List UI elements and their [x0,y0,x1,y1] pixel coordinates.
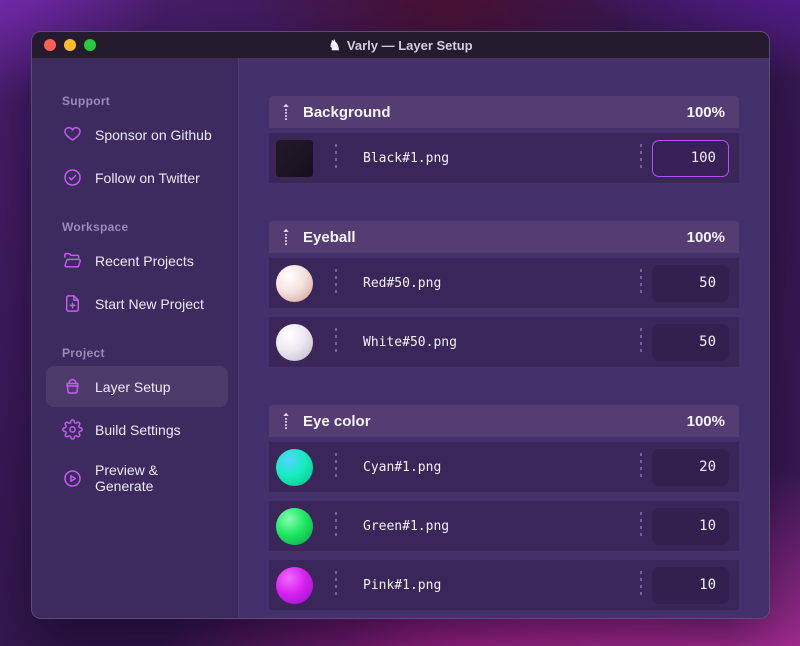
sidebar-item-build-settings[interactable]: Build Settings [46,409,228,450]
sidebar-item-label: Follow on Twitter [95,169,200,186]
dotted-divider [335,571,337,599]
minimize-button[interactable] [64,39,76,51]
sidebar-item-label: Build Settings [95,421,181,438]
layer-opacity-input[interactable] [652,507,729,545]
layer-row[interactable]: Pink#1.png [269,560,739,610]
layer-group-opacity: 100% [686,412,725,430]
layer-filename: Black#1.png [363,150,450,166]
layer-row[interactable]: White#50.png [269,317,739,367]
layer-row[interactable]: Green#1.png [269,501,739,551]
heart-icon [64,126,81,141]
sidebar-item-layer-setup[interactable]: Layer Setup [46,366,228,407]
layer-filename: Green#1.png [363,518,450,534]
traffic-lights [44,39,96,51]
window-title: ♞ Varly — Layer Setup [32,38,769,53]
layer-group-title: Background [303,103,391,121]
layer-thumbnail [276,139,313,177]
layer-group-header[interactable]: Background 100% [269,96,739,128]
layer-filename: Pink#1.png [363,577,442,593]
layer-setup-panel: Background 100% Black#1.png Eyeball 100% Red#… [239,58,769,618]
sidebar-item-label: Layer Setup [95,378,171,395]
layer-group-eyeball: Eyeball 100% Red#50.png White#50.png [269,221,739,367]
sidebar-section-label-project: Project [62,346,105,360]
layer-filename: Cyan#1.png [363,459,442,475]
drag-handle-icon [283,412,289,430]
dotted-divider [335,512,337,540]
layer-group-opacity: 100% [686,103,725,121]
drag-handle-icon [283,228,289,246]
layer-opacity-input[interactable] [652,264,729,302]
drag-handle-icon [283,103,289,121]
gear-icon [62,419,83,440]
sidebar-item-label: Preview & Generate [95,462,159,494]
dotted-divider [640,571,642,599]
sidebar-item-start-new-project[interactable]: Start New Project [46,283,228,324]
layer-opacity-input[interactable] [652,139,729,177]
sidebar-item-preview-generate[interactable]: Preview & Generate [46,452,228,504]
dotted-divider [335,269,337,297]
dotted-divider [335,453,337,481]
verified-badge-icon [64,169,81,186]
layer-row[interactable]: Black#1.png [269,133,739,183]
sidebar-item-label: Recent Projects [95,252,194,269]
sidebar: Support Sponsor on Github Follow on Twitte… [32,58,239,618]
dotted-divider [335,328,337,356]
dotted-divider [640,328,642,356]
dotted-divider [640,453,642,481]
layer-opacity-input[interactable] [652,323,729,361]
sidebar-section-label-support: Support [62,94,111,108]
layer-opacity-input[interactable] [652,566,729,604]
dotted-divider [640,512,642,540]
sidebar-item-label: Sponsor on Github [95,126,212,143]
layer-group-title: Eyeball [303,228,356,246]
layer-group-opacity: 100% [686,228,725,246]
layer-group-title: Eye color [303,412,371,430]
layer-thumbnail [276,264,313,302]
window-title-text: Varly — Layer Setup [346,37,473,53]
sidebar-item-follow-on-twitter[interactable]: Follow on Twitter [46,157,228,198]
layer-box-icon [66,379,79,394]
sidebar-item-label: Start New Project [95,295,204,312]
sidebar-section-label-workspace: Workspace [62,220,129,234]
layer-filename: Red#50.png [363,275,442,291]
layer-thumbnail [276,507,313,545]
close-button[interactable] [44,39,56,51]
play-circle-icon [64,469,81,487]
sidebar-item-sponsor-on-github[interactable]: Sponsor on Github [46,114,228,155]
layer-group-eye-color: Eye color 100% Cyan#1.png Green#1.png Pink#1… [269,405,739,610]
layer-row[interactable]: Red#50.png [269,258,739,308]
layer-thumbnail [276,566,313,604]
layer-group-header[interactable]: Eyeball 100% [269,221,739,253]
zoom-button[interactable] [84,39,96,51]
unicorn-icon: ♞ [328,37,341,53]
layer-filename: White#50.png [363,334,457,350]
sidebar-item-recent-projects[interactable]: Recent Projects [46,240,228,281]
folder-open-icon [64,252,82,268]
layer-group-background: Background 100% Black#1.png [269,96,739,183]
dotted-divider [640,144,642,172]
dotted-divider [640,269,642,297]
layer-thumbnail [276,448,313,486]
titlebar[interactable]: ♞ Varly — Layer Setup [32,32,769,58]
file-plus-icon [65,295,80,312]
layer-group-header[interactable]: Eye color 100% [269,405,739,437]
layer-opacity-input[interactable] [652,448,729,486]
dotted-divider [335,144,337,172]
layer-thumbnail [276,323,313,361]
layer-row[interactable]: Cyan#1.png [269,442,739,492]
app-window: ♞ Varly — Layer Setup Support Sponsor on … [31,31,770,619]
